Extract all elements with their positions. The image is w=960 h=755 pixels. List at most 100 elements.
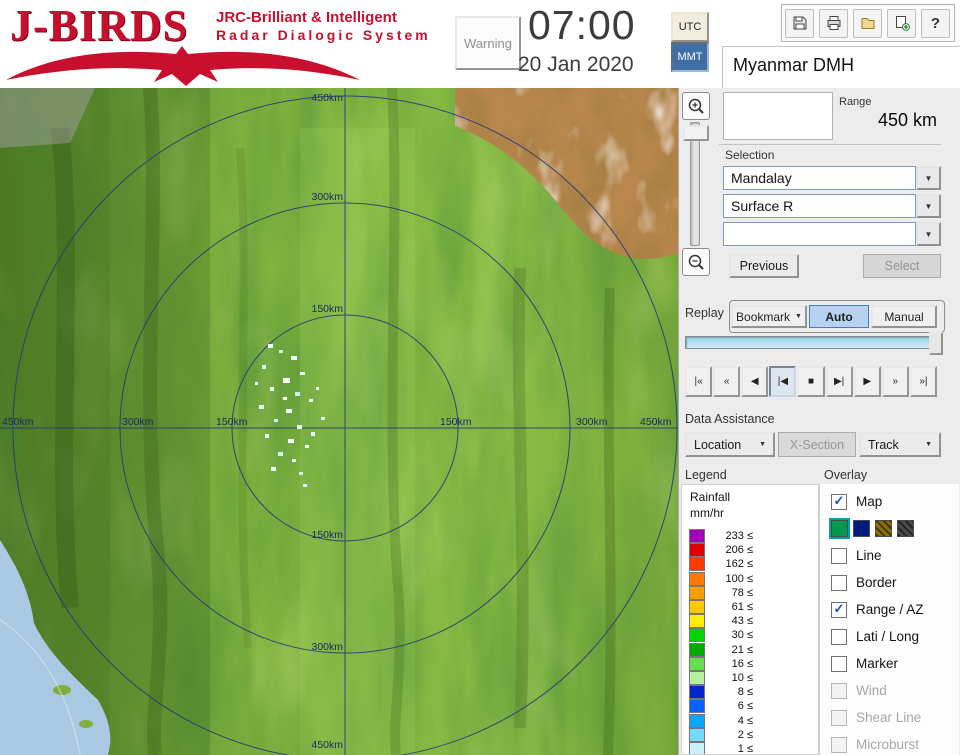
warning-button[interactable]: Warning [455, 16, 521, 70]
legend-unit: mm/hr [690, 506, 724, 520]
svg-text:300km: 300km [311, 191, 343, 203]
playback-first-button[interactable]: |« [685, 366, 713, 397]
open-folder-button[interactable] [853, 8, 882, 38]
overlay-item-map[interactable]: ✓ Map [820, 488, 959, 515]
checkbox[interactable] [831, 736, 847, 753]
map-color-swatch[interactable] [897, 520, 914, 537]
bookmark-button[interactable]: Bookmark ▼ [731, 305, 807, 328]
xsection-button[interactable]: X-Section [778, 432, 856, 457]
legend-value: 206 ≤ [725, 544, 753, 557]
checkbox[interactable] [831, 574, 847, 591]
legend-row: 1 ≤ [682, 741, 818, 754]
track-button[interactable]: Track ▼ [859, 432, 941, 457]
legend-value: 21 ≤ [731, 643, 753, 656]
export-button[interactable] [887, 8, 916, 38]
clock-time: 07:00 [528, 2, 636, 48]
playback-play-back-button[interactable]: |◀ [769, 366, 797, 397]
legend-row: 10 ≤ [682, 670, 818, 685]
overlay-item-microburst[interactable]: Microburst [820, 731, 959, 755]
playback-controls: |« «◀ |◀ ■ ▶| ▶» »| [685, 366, 938, 397]
checkbox[interactable] [831, 628, 847, 645]
save-button[interactable] [785, 8, 814, 38]
map-color-swatch[interactable] [853, 520, 870, 537]
legend-swatch [689, 713, 705, 728]
print-icon [827, 16, 840, 30]
legend-swatch [689, 571, 705, 586]
overlay-color-swatches [820, 515, 959, 542]
zoom-slider-thumb[interactable] [683, 125, 709, 141]
chevron-down-icon[interactable]: ▼ [916, 194, 941, 218]
checkbox[interactable] [831, 547, 847, 564]
playback-step-back-button[interactable]: ◀ [741, 366, 769, 397]
playback-fast-rewind-button[interactable]: « [713, 366, 741, 397]
legend-row: 162 ≤ [682, 557, 818, 572]
checkbox[interactable]: ✓ [831, 493, 847, 510]
legend-swatch [689, 656, 705, 671]
checkbox[interactable]: ✓ [831, 601, 847, 618]
legend-swatch [689, 529, 705, 544]
svg-text:150km: 150km [216, 416, 248, 428]
zoom-out-button[interactable] [682, 248, 710, 276]
zoom-in-button[interactable] [682, 92, 710, 120]
legend-value: 16 ≤ [731, 657, 753, 670]
control-panel: Range 450 km Selection Mandalay ▼ Surfac… [678, 88, 960, 755]
legend-value: 1 ≤ [737, 742, 753, 754]
legend-row: 100 ≤ [682, 571, 818, 586]
site-dropdown[interactable]: Mandalay ▼ [723, 166, 941, 190]
legend-row: 43 ≤ [682, 614, 818, 629]
data-assistance-label: Data Assistance [685, 412, 775, 426]
map-color-swatch[interactable] [829, 518, 850, 539]
overlay-item-marker[interactable]: Marker [820, 650, 959, 677]
overlay-label: Map [856, 494, 883, 509]
auto-button[interactable]: Auto [809, 305, 869, 328]
legend-title: Rainfall [690, 490, 731, 504]
eagle-icon [6, 46, 360, 86]
chevron-down-icon[interactable]: ▼ [916, 166, 941, 190]
checkbox[interactable] [831, 709, 847, 726]
legend-value: 233 ≤ [725, 530, 753, 543]
playback-step-forward-button[interactable]: ▶| [825, 366, 853, 397]
legend-swatch [689, 600, 705, 615]
replay-timeline-slider[interactable] [685, 336, 939, 349]
overlay-item-shear-line[interactable]: Shear Line [820, 704, 959, 731]
location-label: Location [694, 437, 742, 452]
replay-timeline-thumb[interactable] [929, 332, 943, 355]
utc-button[interactable]: UTC [671, 12, 709, 42]
legend-swatch [689, 628, 705, 643]
manual-button[interactable]: Manual [871, 305, 937, 328]
select-button[interactable]: Select [863, 254, 941, 278]
legend-value: 78 ≤ [731, 586, 753, 599]
radar-map[interactable]: 450km 300km 150km 150km 300km 450km 450k… [0, 88, 678, 755]
legend-row: 30 ≤ [682, 628, 818, 643]
terrain-map-graphic: 450km 300km 150km 150km 300km 450km 450k… [0, 88, 678, 755]
playback-play-button[interactable]: ▶ [853, 366, 881, 397]
previous-button[interactable]: Previous [729, 254, 799, 278]
overlay-item-line[interactable]: Line [820, 542, 959, 569]
product-dropdown[interactable]: Surface R ▼ [723, 194, 941, 218]
print-button[interactable] [819, 8, 848, 38]
range-label: Range [839, 96, 872, 108]
sub-product-dropdown[interactable]: ▼ [723, 222, 941, 246]
overlay-label: Range / AZ [856, 602, 924, 617]
playback-fast-forward-button[interactable]: » [881, 366, 909, 397]
folder-icon [861, 18, 874, 29]
range-input-box[interactable] [723, 92, 833, 140]
playback-last-button[interactable]: »| [909, 366, 937, 397]
overlay-item-wind[interactable]: Wind [820, 677, 959, 704]
checkbox[interactable] [831, 682, 847, 699]
overlay-item-border[interactable]: Border [820, 569, 959, 596]
replay-label: Replay [685, 306, 724, 320]
overlay-list: ✓ Map Line Border ✓ Range / AZ Lati / Long Mark… [820, 488, 959, 755]
chevron-down-icon[interactable]: ▼ [916, 222, 941, 246]
map-color-swatch[interactable] [875, 520, 892, 537]
overlay-item-range-az[interactable]: ✓ Range / AZ [820, 596, 959, 623]
legend-row: 206 ≤ [682, 543, 818, 558]
location-button[interactable]: Location ▼ [685, 432, 775, 457]
mmt-button[interactable]: MMT [671, 42, 709, 72]
svg-text:450km: 450km [311, 92, 343, 104]
legend-row: 61 ≤ [682, 600, 818, 615]
playback-stop-button[interactable]: ■ [797, 366, 825, 397]
checkbox[interactable] [831, 655, 847, 672]
overlay-item-lati-long[interactable]: Lati / Long [820, 623, 959, 650]
help-button[interactable]: ? [921, 8, 950, 38]
